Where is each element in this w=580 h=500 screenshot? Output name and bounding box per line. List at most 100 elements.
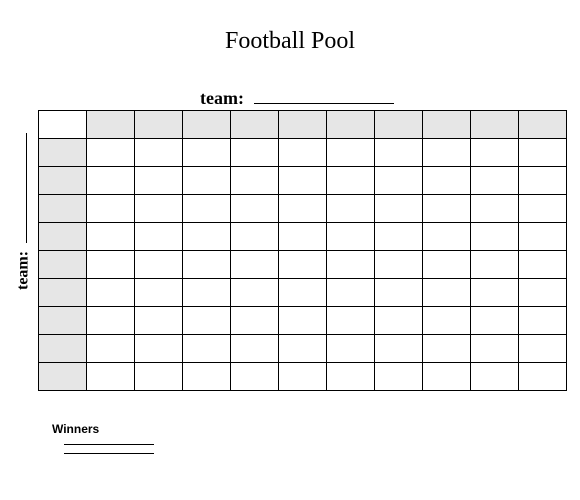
pool-cell[interactable] xyxy=(231,111,279,139)
pool-cell[interactable] xyxy=(39,167,87,195)
winner-line-1[interactable] xyxy=(64,436,154,445)
pool-cell[interactable] xyxy=(231,139,279,167)
pool-cell[interactable] xyxy=(231,251,279,279)
pool-cell[interactable] xyxy=(39,139,87,167)
pool-cell[interactable] xyxy=(231,167,279,195)
pool-cell[interactable] xyxy=(231,363,279,391)
pool-cell[interactable] xyxy=(471,363,519,391)
pool-cell[interactable] xyxy=(39,223,87,251)
pool-cell[interactable] xyxy=(519,111,567,139)
pool-cell[interactable] xyxy=(87,251,135,279)
pool-cell[interactable] xyxy=(423,139,471,167)
pool-cell[interactable] xyxy=(375,223,423,251)
pool-cell[interactable] xyxy=(327,223,375,251)
pool-cell[interactable] xyxy=(183,251,231,279)
pool-cell[interactable] xyxy=(39,307,87,335)
pool-cell[interactable] xyxy=(135,111,183,139)
pool-cell[interactable] xyxy=(471,111,519,139)
pool-cell[interactable] xyxy=(375,307,423,335)
pool-cell[interactable] xyxy=(327,307,375,335)
pool-cell[interactable] xyxy=(471,335,519,363)
pool-cell[interactable] xyxy=(87,307,135,335)
pool-cell[interactable] xyxy=(423,251,471,279)
pool-cell[interactable] xyxy=(519,307,567,335)
pool-cell[interactable] xyxy=(375,251,423,279)
pool-cell[interactable] xyxy=(519,167,567,195)
pool-cell[interactable] xyxy=(87,139,135,167)
pool-cell[interactable] xyxy=(279,251,327,279)
pool-cell[interactable] xyxy=(183,307,231,335)
team-left-blank-line[interactable] xyxy=(12,133,27,243)
pool-cell[interactable] xyxy=(87,195,135,223)
team-top-blank-line[interactable] xyxy=(254,87,394,104)
pool-cell[interactable] xyxy=(519,195,567,223)
pool-cell[interactable] xyxy=(87,111,135,139)
pool-cell[interactable] xyxy=(39,335,87,363)
pool-cell[interactable] xyxy=(135,139,183,167)
pool-cell[interactable] xyxy=(375,111,423,139)
pool-cell[interactable] xyxy=(39,111,87,139)
pool-cell[interactable] xyxy=(279,279,327,307)
pool-cell[interactable] xyxy=(519,335,567,363)
pool-cell[interactable] xyxy=(39,195,87,223)
pool-cell[interactable] xyxy=(183,279,231,307)
pool-cell[interactable] xyxy=(279,307,327,335)
pool-cell[interactable] xyxy=(423,307,471,335)
pool-cell[interactable] xyxy=(423,223,471,251)
pool-cell[interactable] xyxy=(87,223,135,251)
pool-cell[interactable] xyxy=(279,139,327,167)
pool-cell[interactable] xyxy=(135,251,183,279)
pool-cell[interactable] xyxy=(135,363,183,391)
pool-cell[interactable] xyxy=(231,279,279,307)
pool-cell[interactable] xyxy=(279,335,327,363)
pool-cell[interactable] xyxy=(135,223,183,251)
pool-cell[interactable] xyxy=(183,111,231,139)
pool-cell[interactable] xyxy=(471,139,519,167)
pool-cell[interactable] xyxy=(279,223,327,251)
pool-cell[interactable] xyxy=(519,223,567,251)
pool-cell[interactable] xyxy=(231,335,279,363)
pool-cell[interactable] xyxy=(87,363,135,391)
pool-cell[interactable] xyxy=(87,279,135,307)
pool-cell[interactable] xyxy=(183,139,231,167)
pool-cell[interactable] xyxy=(327,167,375,195)
pool-cell[interactable] xyxy=(375,167,423,195)
pool-cell[interactable] xyxy=(135,195,183,223)
pool-cell[interactable] xyxy=(519,363,567,391)
pool-cell[interactable] xyxy=(375,363,423,391)
pool-cell[interactable] xyxy=(87,167,135,195)
pool-cell[interactable] xyxy=(135,167,183,195)
pool-cell[interactable] xyxy=(375,279,423,307)
pool-cell[interactable] xyxy=(471,307,519,335)
pool-cell[interactable] xyxy=(183,167,231,195)
pool-cell[interactable] xyxy=(327,139,375,167)
pool-cell[interactable] xyxy=(471,195,519,223)
pool-cell[interactable] xyxy=(327,335,375,363)
pool-cell[interactable] xyxy=(231,223,279,251)
pool-cell[interactable] xyxy=(183,195,231,223)
pool-cell[interactable] xyxy=(471,279,519,307)
pool-cell[interactable] xyxy=(423,167,471,195)
pool-cell[interactable] xyxy=(183,363,231,391)
pool-cell[interactable] xyxy=(471,223,519,251)
pool-cell[interactable] xyxy=(231,307,279,335)
pool-cell[interactable] xyxy=(327,195,375,223)
pool-cell[interactable] xyxy=(279,195,327,223)
pool-cell[interactable] xyxy=(231,195,279,223)
pool-cell[interactable] xyxy=(423,363,471,391)
pool-cell[interactable] xyxy=(375,335,423,363)
pool-cell[interactable] xyxy=(279,111,327,139)
pool-cell[interactable] xyxy=(327,279,375,307)
pool-cell[interactable] xyxy=(471,167,519,195)
pool-cell[interactable] xyxy=(519,279,567,307)
pool-cell[interactable] xyxy=(423,335,471,363)
pool-cell[interactable] xyxy=(39,251,87,279)
pool-cell[interactable] xyxy=(471,251,519,279)
pool-cell[interactable] xyxy=(39,279,87,307)
pool-cell[interactable] xyxy=(279,167,327,195)
pool-cell[interactable] xyxy=(423,111,471,139)
pool-cell[interactable] xyxy=(423,279,471,307)
pool-cell[interactable] xyxy=(327,111,375,139)
pool-cell[interactable] xyxy=(423,195,471,223)
pool-cell[interactable] xyxy=(327,251,375,279)
